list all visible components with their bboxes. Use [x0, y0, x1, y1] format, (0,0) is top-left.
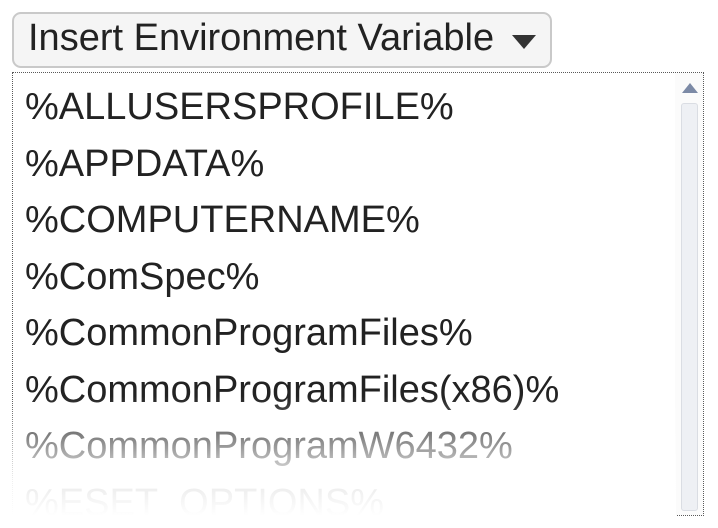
list-item[interactable]: %ComSpec% — [23, 249, 665, 306]
list-item[interactable]: %CommonProgramFiles% — [23, 305, 665, 362]
list-item[interactable]: %CommonProgramFiles(x86)% — [23, 362, 665, 419]
list-item[interactable]: %COMPUTERNAME% — [23, 192, 665, 249]
env-var-listbox[interactable]: %ALLUSERSPROFILE% %APPDATA% %COMPUTERNAM… — [12, 72, 704, 516]
list-item[interactable]: %APPDATA% — [23, 136, 665, 193]
dropdown-label: Insert Environment Variable — [28, 18, 494, 60]
env-var-list: %ALLUSERSPROFILE% %APPDATA% %COMPUTERNAM… — [13, 73, 675, 515]
list-item[interactable]: %CommonProgramW6432% — [23, 418, 665, 475]
list-item[interactable]: %ESET_OPTIONS% — [23, 475, 665, 515]
scroll-track[interactable] — [681, 103, 698, 511]
chevron-up-icon — [682, 83, 698, 93]
scroll-up-button[interactable] — [676, 77, 703, 99]
insert-env-var-dropdown[interactable]: Insert Environment Variable — [12, 12, 552, 68]
list-item[interactable]: %ALLUSERSPROFILE% — [23, 79, 665, 136]
chevron-down-icon — [512, 35, 536, 49]
scrollbar[interactable] — [675, 73, 703, 515]
panel: Insert Environment Variable %ALLUSERSPRO… — [0, 0, 718, 528]
